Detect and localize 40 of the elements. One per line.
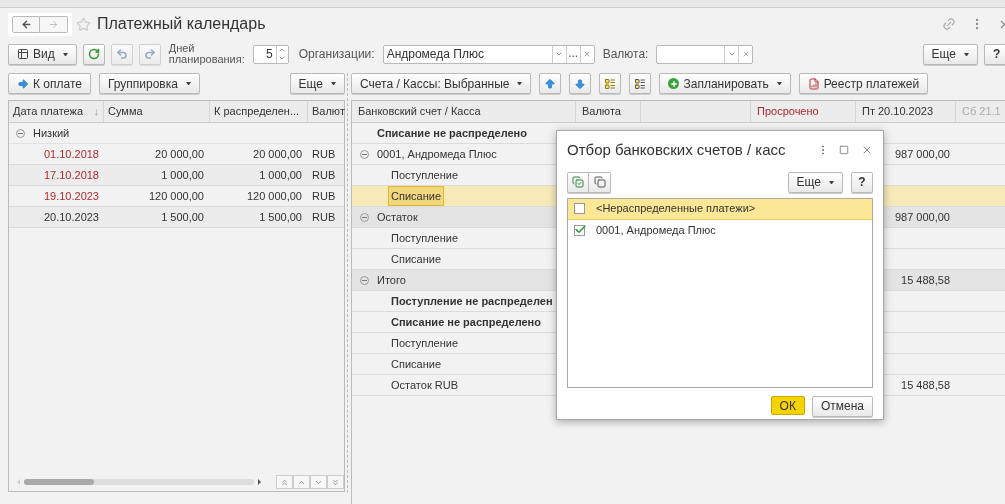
days-label: Дней планирования: <box>168 43 246 65</box>
row-label: 0001, Андромеда Плюс <box>377 146 497 162</box>
row-label: Списание <box>388 185 444 207</box>
amount-cell-text: 1 000,00 <box>160 167 205 183</box>
item-label: <Нераспределенные платежи> <box>596 201 756 217</box>
row-label: Списание <box>391 356 441 372</box>
amount-cell-text: 20 000,00 <box>252 146 303 162</box>
row-label: Поступление <box>391 335 458 351</box>
item-label: 0001, Андромеда Плюс <box>596 222 716 238</box>
currency-cell-text: RUB <box>311 209 336 225</box>
row-label: Списание не распределено <box>391 314 541 330</box>
row-label: Поступление <box>391 167 458 183</box>
row-label: Остаток RUB <box>391 377 458 393</box>
amount-cell-text: 1 000,00 <box>258 167 303 183</box>
currency-cell-text: RUB <box>311 146 336 162</box>
window-title: Платежный календарь <box>97 14 266 34</box>
currency-label: Валюта: <box>602 46 649 63</box>
date-cell-text: 20.10.2023 <box>42 209 100 225</box>
group-label: Низкий <box>33 125 70 141</box>
amount-cell: 15 488,58 <box>901 273 950 286</box>
amount-cell-text: 120 000,00 <box>147 188 205 204</box>
row-label: Итого <box>377 272 406 288</box>
row-label: Поступление не распределен <box>391 293 553 309</box>
row-label: Списание не распределено <box>377 125 527 141</box>
row-label: Остаток <box>377 209 418 225</box>
date-cell-text: 19.10.2023 <box>42 188 100 204</box>
amount-cell-text: 120 000,00 <box>245 188 303 204</box>
date-cell-text: 17.10.2018 <box>42 167 100 183</box>
row-label: Списание <box>391 251 441 267</box>
organizations-label: Организации: <box>298 46 375 63</box>
amount-cell: 987 000,00 <box>894 210 950 223</box>
amount-cell: 987 000,00 <box>894 147 950 160</box>
amount-cell-text: 1 500,00 <box>258 209 303 225</box>
date-cell-text: 01.10.2018 <box>42 146 100 162</box>
currency-cell-text: RUB <box>311 188 336 204</box>
amount-cell-text: 1 500,00 <box>160 209 205 225</box>
amount-cell-text: 20 000,00 <box>154 146 205 162</box>
row-label: Поступление <box>391 230 458 246</box>
currency-cell-text: RUB <box>311 167 336 183</box>
amount-cell: 15 488,58 <box>901 378 950 391</box>
